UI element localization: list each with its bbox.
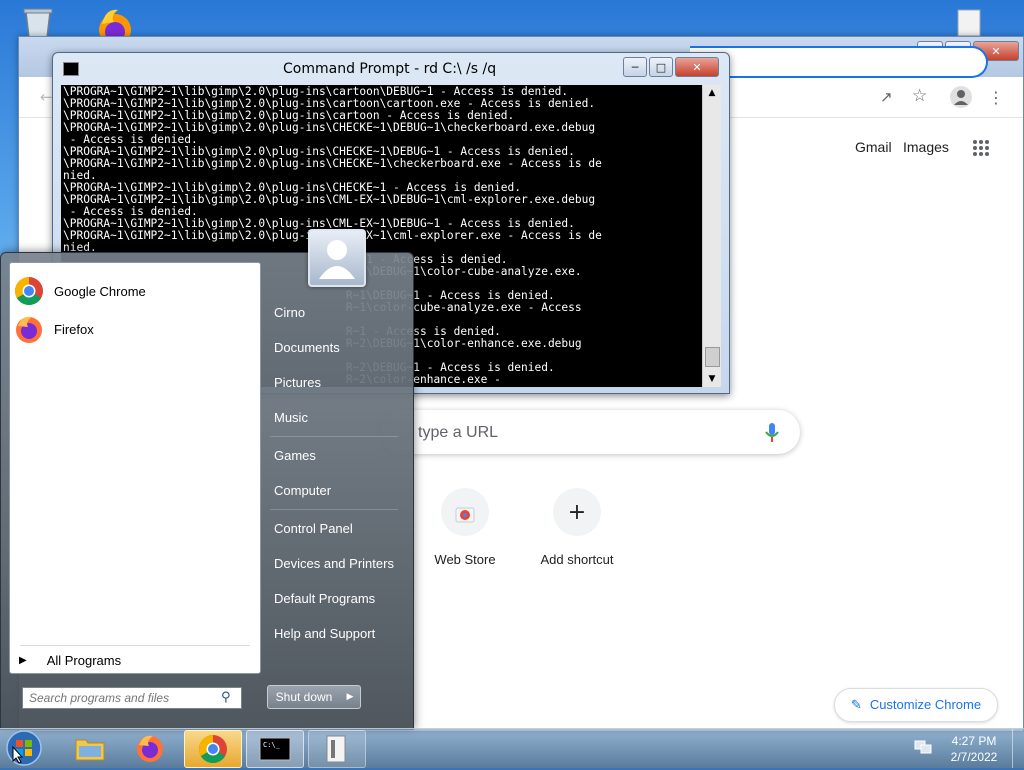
cmd-minimize-button[interactable]: ─	[623, 57, 647, 77]
apps-grid-icon[interactable]	[973, 140, 989, 156]
network-icon[interactable]	[914, 739, 932, 755]
scroll-thumb[interactable]	[705, 347, 720, 367]
add-shortcut-label[interactable]: Add shortcut	[527, 552, 627, 567]
profile-avatar[interactable]	[950, 86, 972, 108]
desktop-file-icon[interactable]	[954, 8, 984, 37]
show-desktop-button[interactable]	[1012, 729, 1024, 768]
right-item-user[interactable]: Cirno	[266, 298, 402, 326]
shutdown-button[interactable]: Shut down	[267, 685, 341, 709]
pinned-label-firefox: Firefox	[54, 321, 94, 337]
cmd-close-button[interactable]: ✕	[675, 57, 719, 77]
taskbar-document[interactable]	[308, 730, 366, 768]
right-item-documents[interactable]: Documents	[266, 333, 402, 361]
taskbar-cmd[interactable]: C:\_	[246, 730, 304, 768]
pinned-item-chrome[interactable]: Google Chrome	[14, 273, 254, 309]
clock-time: 4:27 PM	[951, 734, 997, 748]
start-search-input[interactable]	[22, 687, 242, 709]
taskbar-explorer[interactable]	[62, 730, 118, 766]
right-item-control-panel[interactable]: Control Panel	[266, 514, 402, 542]
right-item-devices-printers[interactable]: Devices and Printers	[266, 549, 402, 577]
all-programs-button[interactable]: ▶ All Programs	[9, 646, 259, 674]
command-prompt-icon: C:\_	[259, 737, 291, 761]
recycle-bin-icon[interactable]	[18, 6, 58, 40]
svg-text:C:\_: C:\_	[263, 741, 281, 749]
taskbar-clock[interactable]: 4:27 PM 2/7/2022	[946, 733, 1002, 765]
start-button[interactable]	[4, 729, 44, 767]
share-icon[interactable]: ↗	[880, 88, 893, 106]
user-picture[interactable]	[308, 229, 366, 287]
web-store-label[interactable]: Web Store	[425, 552, 505, 567]
shutdown-options-arrow[interactable]: ▶	[340, 685, 361, 709]
pencil-icon: ✎	[850, 697, 862, 712]
address-bar[interactable]	[690, 46, 988, 78]
cmd-maximize-button[interactable]: □	[649, 57, 673, 77]
menu-dots-icon[interactable]: ⋮	[988, 88, 1004, 107]
windows-orb-icon	[6, 730, 42, 766]
firefox-icon	[14, 314, 44, 344]
taskbar-firefox[interactable]	[122, 730, 178, 766]
folder-icon	[75, 739, 105, 761]
firefox-desktop-icon[interactable]	[92, 6, 138, 46]
clock-date: 2/7/2022	[950, 750, 998, 764]
chevron-right-icon: ▶	[19, 654, 27, 666]
document-icon	[326, 735, 346, 763]
chrome-icon	[199, 735, 227, 763]
right-item-default-programs[interactable]: Default Programs	[266, 584, 402, 612]
right-separator	[270, 509, 398, 510]
right-item-computer[interactable]: Computer	[266, 476, 402, 504]
pinned-item-firefox[interactable]: Firefox	[14, 311, 254, 347]
start-menu-programs-pane: Google Chrome Firefox	[9, 262, 261, 674]
search-icon[interactable]: ⚲	[221, 690, 231, 705]
web-store-shortcut[interactable]	[441, 488, 489, 536]
cmd-window-icon	[63, 62, 79, 76]
customize-chrome-button[interactable]: ✎ Customize Chrome	[834, 688, 998, 722]
scroll-up-arrow[interactable]: ▲	[703, 85, 721, 101]
back-arrow-icon[interactable]: ←	[40, 88, 53, 106]
taskbar-chrome[interactable]	[184, 730, 242, 768]
right-item-help-support[interactable]: Help and Support	[266, 619, 402, 647]
right-item-music[interactable]: Music	[266, 403, 402, 431]
pinned-label-chrome: Google Chrome	[54, 283, 146, 299]
right-separator	[270, 436, 398, 437]
user-icon	[319, 240, 355, 279]
add-shortcut-button[interactable]: +	[553, 488, 601, 536]
cmd-window-title: Command Prompt - rd C:\ /s /q	[283, 61, 497, 77]
right-item-games[interactable]: Games	[266, 441, 402, 469]
bookmark-star-icon[interactable]: ☆	[912, 86, 927, 106]
scroll-down-arrow[interactable]: ▼	[703, 371, 721, 387]
mouse-cursor	[12, 745, 24, 764]
firefox-icon	[137, 735, 163, 762]
customize-label: Customize Chrome	[869, 697, 982, 712]
gmail-link[interactable]: Gmail	[855, 139, 892, 155]
mic-icon[interactable]	[764, 422, 780, 444]
right-item-pictures[interactable]: Pictures	[266, 368, 402, 396]
images-link[interactable]: Images	[903, 139, 949, 155]
cmd-scrollbar[interactable]: ▲ ▼	[702, 85, 721, 387]
search-placeholder: type a URL	[418, 424, 499, 441]
chrome-icon	[14, 276, 44, 306]
all-programs-label: All Programs	[46, 652, 122, 668]
